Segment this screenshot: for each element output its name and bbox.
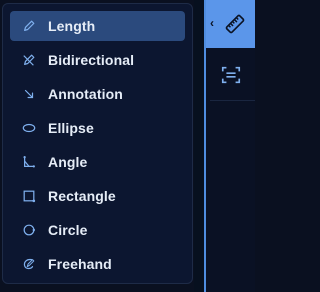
menu-item-label: Annotation (48, 86, 123, 102)
freehand-icon (22, 257, 36, 271)
toolbar-divider (210, 100, 255, 101)
ruler-icon (224, 13, 246, 35)
menu-item-bidirectional[interactable]: Bidirectional (10, 45, 185, 75)
menu-item-length[interactable]: Length (10, 11, 185, 41)
menu-item-label: Length (48, 18, 96, 34)
menu-item-annotation[interactable]: Annotation (10, 79, 185, 109)
angle-icon (22, 155, 36, 169)
rectangle-icon (22, 189, 36, 203)
side-toolbar: ‹ (204, 0, 255, 292)
circle-icon (22, 223, 36, 237)
menu-item-angle[interactable]: Angle (10, 147, 185, 177)
measurement-tool-button[interactable]: ‹ (206, 0, 255, 48)
menu-item-label: Freehand (48, 256, 112, 272)
menu-item-label: Rectangle (48, 188, 116, 204)
chevron-left-icon[interactable]: ‹ (210, 16, 214, 30)
bidirectional-icon (22, 53, 36, 67)
scan-text-button[interactable] (206, 51, 255, 99)
menu-item-rectangle[interactable]: Rectangle (10, 181, 185, 211)
menu-item-label: Bidirectional (48, 52, 135, 68)
menu-item-label: Circle (48, 222, 88, 238)
pencil-icon (22, 19, 36, 33)
ellipse-icon (22, 121, 36, 135)
menu-item-circle[interactable]: Circle (10, 215, 185, 245)
menu-item-freehand[interactable]: Freehand (10, 249, 185, 279)
menu-item-label: Ellipse (48, 120, 94, 136)
panel-gap (194, 0, 204, 292)
arrow-down-right-icon (22, 87, 36, 101)
menu-item-label: Angle (48, 154, 88, 170)
measurement-tools-menu: Length Bidirectional Annotation Ellipse … (2, 3, 193, 284)
scan-text-icon (220, 64, 242, 86)
menu-item-ellipse[interactable]: Ellipse (10, 113, 185, 143)
